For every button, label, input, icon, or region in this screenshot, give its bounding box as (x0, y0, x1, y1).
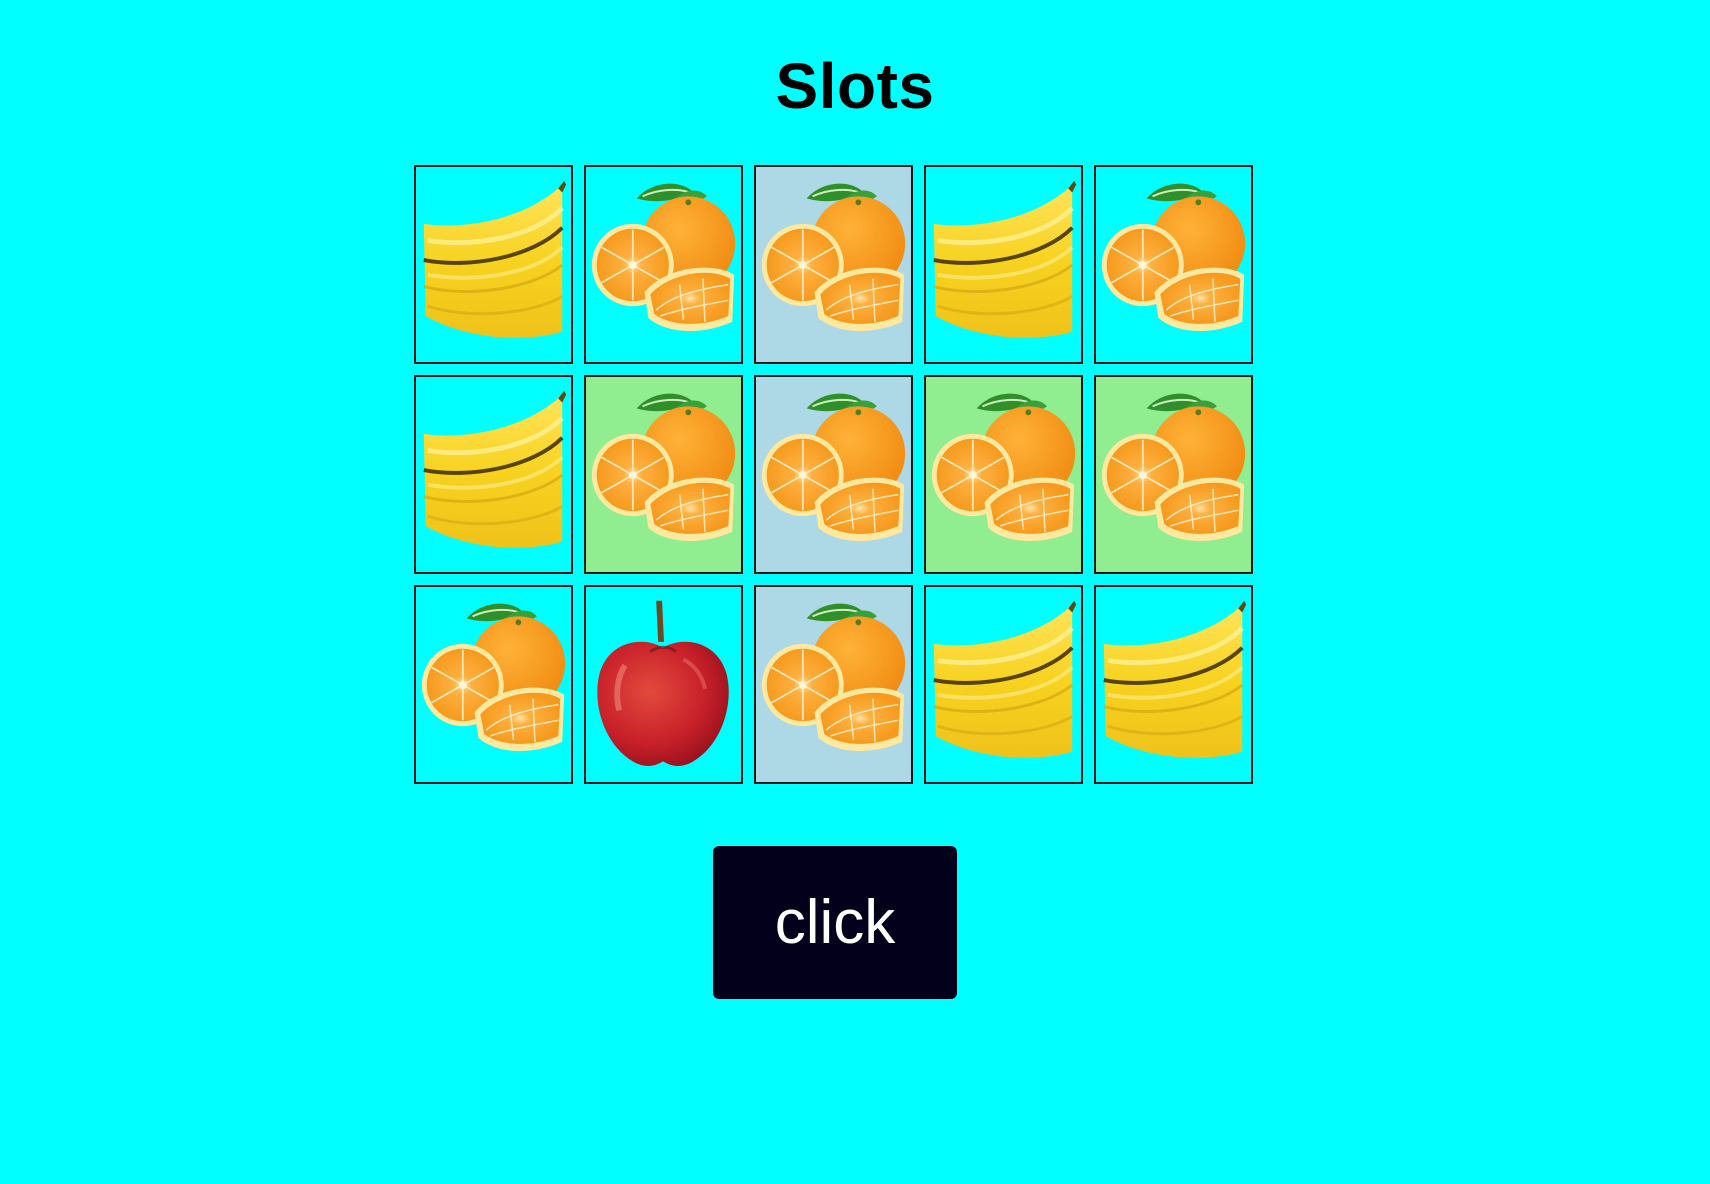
orange-icon (1096, 377, 1251, 572)
orange-icon (586, 167, 741, 362)
banana-icon (926, 167, 1081, 362)
spin-button[interactable]: click (713, 846, 957, 999)
slot-cell (924, 375, 1083, 574)
banana-icon (416, 377, 571, 572)
slot-cell (414, 375, 573, 574)
slot-cell (584, 375, 743, 574)
banana-icon (1096, 587, 1251, 782)
banana-icon (416, 167, 571, 362)
slot-cell (414, 585, 573, 784)
slot-cell (1094, 165, 1253, 364)
orange-icon (756, 587, 911, 782)
slot-cell (414, 165, 573, 364)
slot-cell (754, 585, 913, 784)
slot-cell (754, 375, 913, 574)
slot-cell (754, 165, 913, 364)
orange-icon (926, 377, 1081, 572)
slot-cell (924, 165, 1083, 364)
orange-icon (756, 377, 911, 572)
slot-cell (1094, 585, 1253, 784)
apple-icon (586, 587, 741, 782)
banana-icon (926, 587, 1081, 782)
orange-icon (416, 587, 571, 782)
slot-cell (1094, 375, 1253, 574)
page-title: Slots (775, 50, 935, 122)
slot-cell (584, 585, 743, 784)
orange-icon (586, 377, 741, 572)
slot-grid (414, 165, 1256, 785)
slot-cell (924, 585, 1083, 784)
slot-cell (584, 165, 743, 364)
orange-icon (756, 167, 911, 362)
orange-icon (1096, 167, 1251, 362)
